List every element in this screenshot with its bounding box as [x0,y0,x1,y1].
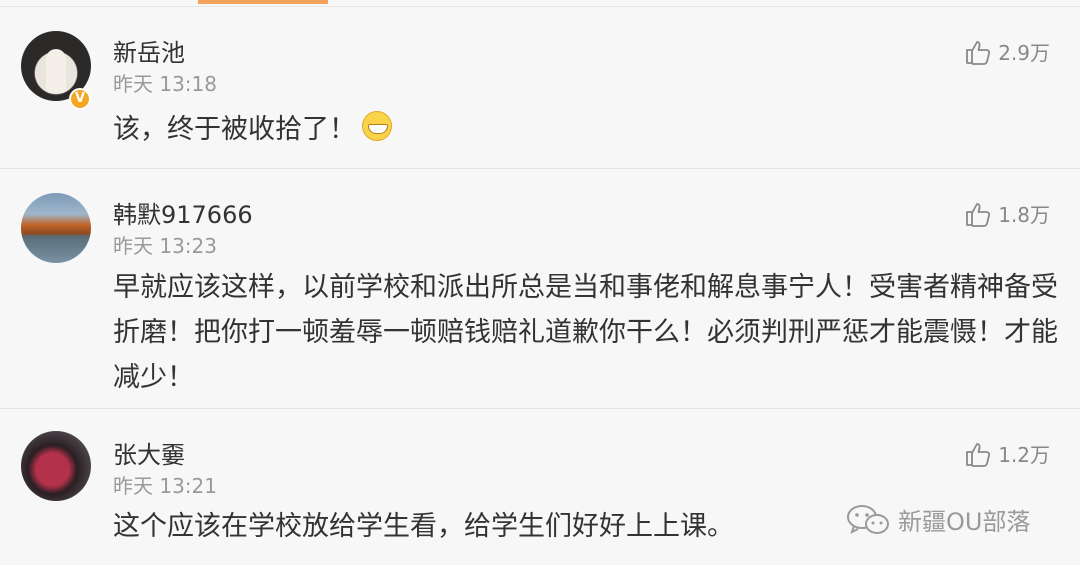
comment-item: 韩默917666 昨天 13:23 早就应该这样，以前学校和派出所总是当和事佬和… [0,169,1080,409]
comment-text-content: 该，终于被收拾了！ [113,114,356,145]
comment-username[interactable]: 韩默917666 [113,195,253,230]
avatar-figure [46,49,66,93]
avatar[interactable] [21,193,91,263]
like-count: 1.8万 [998,203,1050,227]
avatar[interactable] [21,431,91,501]
watermark-text: 新疆OU部落 [898,508,1031,536]
comment-timestamp: 昨天 13:21 [113,474,217,498]
thumbs-up-icon [966,202,991,227]
like-button[interactable]: 1.2万 [964,439,1050,468]
thumbs-up-icon [966,442,991,467]
verified-badge: V [69,88,91,110]
comment-item: 张大嫑 昨天 13:21 这个应该在学校放给学生看，给学生们好好上上课。 1.2… [0,409,1080,565]
like-button[interactable]: 2.9万 [964,37,1050,66]
active-tab-indicator [198,0,328,4]
top-tab-bar [0,0,1080,7]
watermark: 新疆OU部落 [846,502,1030,537]
like-button[interactable]: 1.8万 [964,199,1050,228]
thumbs-up-icon [966,40,991,65]
wechat-icon [847,504,889,534]
comment-timestamp: 昨天 13:23 [113,234,217,258]
like-count: 1.2万 [998,443,1050,467]
comment-text: 早就应该这样，以前学校和派出所总是当和事佬和解息事宁人！受害者精神备受折磨！把你… [113,272,1058,393]
comment-item: V 新岳池 昨天 13:18 该，终于被收拾了！ 2.9万 [0,7,1080,169]
like-count: 2.9万 [998,41,1050,65]
grin-emoji-icon [362,111,392,141]
comment-text: 该，终于被收拾了！ [113,107,1063,152]
comment-username[interactable]: 张大嫑 [113,435,185,470]
comment-timestamp: 昨天 13:18 [113,72,217,96]
comment-username[interactable]: 新岳池 [113,33,185,68]
